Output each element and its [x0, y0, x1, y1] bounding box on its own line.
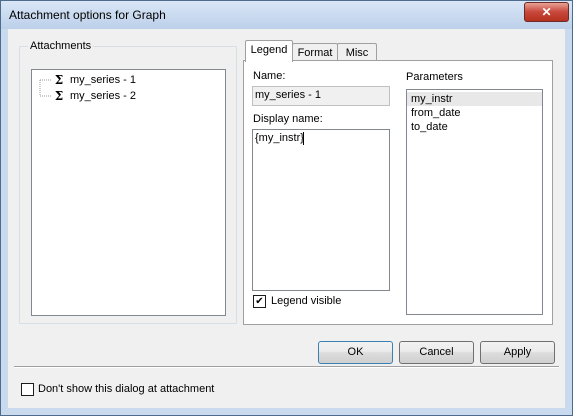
display-name-label: Display name: [253, 113, 323, 125]
attachments-group-label: Attachments [28, 40, 94, 52]
tree-item-my-series-1[interactable]: Σ my_series - 1 [38, 72, 136, 88]
tree-item-label: my_series - 1 [70, 74, 137, 86]
list-item[interactable]: to_date [407, 120, 542, 134]
parameters-list[interactable]: my_instr from_date to_date [406, 89, 543, 315]
cancel-button[interactable]: Cancel [399, 341, 474, 364]
tab-legend[interactable]: Legend [245, 40, 293, 62]
sigma-icon: Σ [54, 73, 64, 87]
display-name-input[interactable]: {my_instr} [252, 129, 390, 291]
list-item[interactable]: my_instr [407, 92, 542, 106]
footer-separator [14, 366, 559, 368]
dialog-client-area: Attachments Σ my_series - 1 Σ my_series … [8, 29, 565, 408]
tree-connector [38, 88, 52, 104]
tree-item-my-series-2[interactable]: Σ my_series - 2 [38, 88, 136, 104]
window-title: Attachment options for Graph [9, 8, 166, 22]
text-caret [303, 132, 304, 145]
tree-item-label: my_series - 2 [70, 90, 137, 102]
close-button[interactable]: ✕ [524, 2, 569, 22]
legend-visible-checkbox[interactable]: ✔ [253, 295, 266, 308]
attachments-tree[interactable]: Σ my_series - 1 Σ my_series - 2 [31, 69, 226, 316]
name-label: Name: [253, 70, 286, 82]
legend-visible-label: Legend visible [271, 295, 342, 307]
ok-button[interactable]: OK [318, 341, 393, 364]
tree-connector-lines [39, 79, 52, 88]
check-icon: ✔ [255, 296, 264, 307]
dialog-window: Attachment options for Graph ✕ Attachmen… [0, 0, 573, 416]
legend-tab-panel: Name: my_series - 1 Display name: {my_in… [243, 60, 553, 325]
dont-show-label: Don't show this dialog at attachment [38, 383, 215, 395]
display-name-value: {my_instr} [255, 132, 304, 144]
list-item[interactable]: from_date [407, 106, 542, 120]
parameters-label: Parameters [406, 71, 463, 83]
tree-connector-lines [39, 88, 52, 97]
name-field: my_series - 1 [252, 86, 390, 106]
close-icon: ✕ [541, 5, 552, 19]
dont-show-checkbox[interactable] [21, 383, 34, 396]
apply-button[interactable]: Apply [480, 341, 555, 364]
tree-connector [38, 72, 52, 88]
sigma-icon: Σ [54, 89, 64, 103]
title-bar[interactable]: Attachment options for Graph ✕ [1, 1, 572, 29]
